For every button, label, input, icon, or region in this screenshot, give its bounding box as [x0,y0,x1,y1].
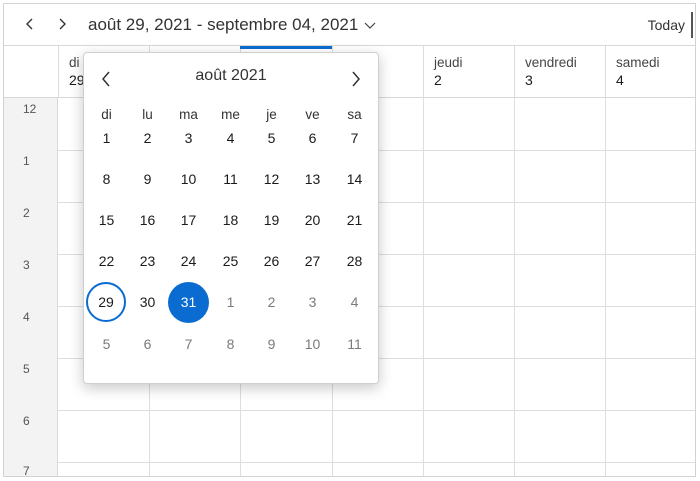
day-header-name: samedi [616,55,660,70]
calendar-day[interactable]: 16 [127,199,168,240]
calendar-day[interactable]: 27 [292,241,333,282]
hour-gridline [58,462,695,463]
time-label: 4 [23,310,30,324]
previous-month-button[interactable] [92,65,120,93]
time-label: 6 [23,414,30,428]
calendar-day[interactable]: 26 [251,241,292,282]
time-gutter: 12 1 2 3 4 5 6 7 [4,98,58,477]
calendar-day[interactable]: 11 [210,158,251,199]
scheduler: août 29, 2021 - septembre 04, 2021 Today… [3,3,696,477]
calendar-day[interactable]: 22 [86,241,127,282]
adjacent-month-day[interactable]: 1 [210,282,251,323]
adjacent-month-day[interactable]: 10 [292,323,333,364]
time-label: 2 [23,206,30,220]
time-label: 5 [23,362,30,376]
chevron-down-icon [364,19,376,31]
calendar-day[interactable]: 5 [251,117,292,158]
time-label: 3 [23,258,30,272]
calendar-day[interactable]: 21 [334,199,375,240]
day-header-number: 4 [616,72,624,88]
date-picker-popup: août 2021 di lu ma me je ve sa 123456789… [83,52,379,384]
adjacent-month-day[interactable]: 2 [251,282,292,323]
calendar-day[interactable]: 15 [86,199,127,240]
date-range-picker-button[interactable]: août 29, 2021 - septembre 04, 2021 [88,13,376,37]
day-gridline [423,98,424,476]
day-header-name: vendredi [525,55,577,70]
calendar-day[interactable]: 8 [86,158,127,199]
date-range-label: août 29, 2021 - septembre 04, 2021 [88,15,359,34]
calendar-day[interactable]: 14 [334,158,375,199]
calendar-day[interactable]: 19 [251,199,292,240]
scheduler-header: août 29, 2021 - septembre 04, 2021 Today [4,4,695,46]
adjacent-month-day[interactable]: 6 [127,323,168,364]
calendar-day[interactable]: 29 [86,281,126,322]
day-gridline [605,98,606,476]
calendar-day[interactable]: 7 [334,117,375,158]
day-header-saturday[interactable]: samedi 4 [605,46,695,98]
calendar-day[interactable]: 3 [168,117,209,158]
time-label: 12 [23,102,37,116]
chevron-right-icon [352,71,360,87]
calendar-day[interactable]: 18 [210,199,251,240]
calendar-day[interactable]: 28 [334,241,375,282]
time-label: 1 [23,154,30,168]
calendar-day[interactable]: 31 [168,281,209,323]
previous-week-button[interactable] [16,10,44,38]
calendar-day[interactable]: 9 [127,158,168,199]
calendar-day[interactable]: 23 [127,241,168,282]
day-gridline [514,98,515,476]
hour-gridline [58,410,695,411]
day-header-name: jeudi [434,55,463,70]
time-label: 7 [23,464,30,477]
day-header-thursday[interactable]: jeudi 2 [423,46,514,98]
calendar-day[interactable]: 13 [292,158,333,199]
adjacent-month-day[interactable]: 4 [334,282,375,323]
next-week-button[interactable] [48,10,76,38]
chevron-left-icon [26,18,33,30]
day-header-friday[interactable]: vendredi 3 [514,46,605,98]
adjacent-month-day[interactable]: 3 [292,282,333,323]
calendar-day[interactable]: 6 [292,117,333,158]
chevron-left-icon [102,71,110,87]
calendar-day[interactable]: 30 [127,282,168,323]
calendar-day[interactable]: 24 [168,241,209,282]
calendar-day[interactable]: 17 [168,199,209,240]
current-day-indicator [240,46,332,49]
adjacent-month-day[interactable]: 7 [168,323,209,364]
calendar-day[interactable]: 25 [210,241,251,282]
calendar-day[interactable]: 12 [251,158,292,199]
calendar-day[interactable]: 10 [168,158,209,199]
today-button[interactable]: Today [648,12,693,38]
adjacent-month-day[interactable]: 5 [86,323,127,364]
chevron-right-icon [59,18,66,30]
day-header-number: 3 [525,72,533,88]
calendar-day[interactable]: 2 [127,117,168,158]
next-month-button[interactable] [342,65,370,93]
adjacent-month-day[interactable]: 8 [210,323,251,364]
adjacent-month-day[interactable]: 9 [251,323,292,364]
calendar-day[interactable]: 4 [210,117,251,158]
month-title[interactable]: août 2021 [144,67,318,85]
calendar-day[interactable]: 20 [292,199,333,240]
adjacent-month-day[interactable]: 11 [334,323,375,364]
calendar-day[interactable]: 1 [86,117,127,158]
day-header-number: 2 [434,72,442,88]
